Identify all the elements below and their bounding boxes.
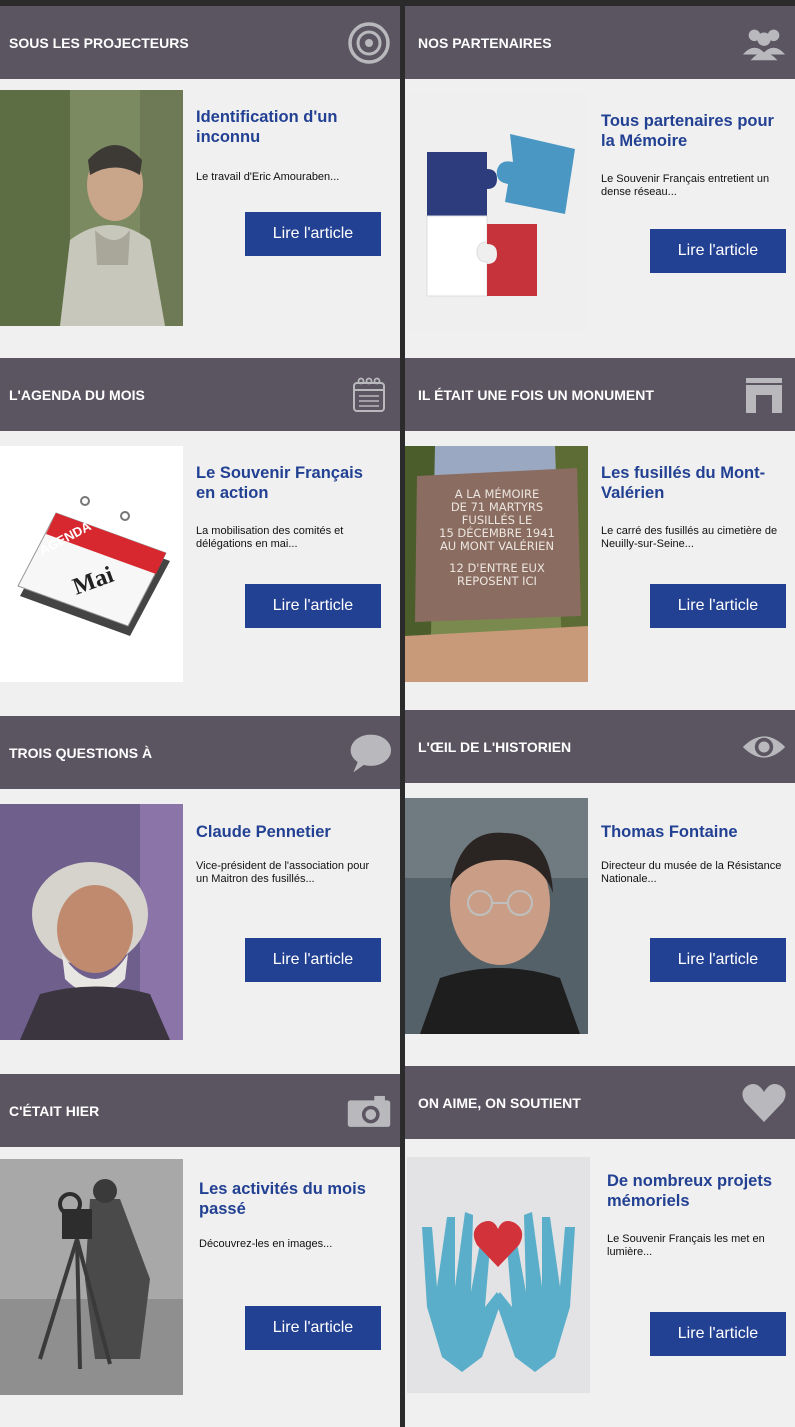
read-article-button[interactable]: Lire l'article — [245, 1306, 381, 1350]
section-header: TROIS QUESTIONS À — [0, 716, 400, 789]
section-header: SOUS LES PROJECTEURS — [0, 6, 400, 79]
section-header: L'ŒIL DE L'HISTORIEN — [405, 710, 795, 783]
article-title[interactable]: Les fusillés du Mont-Valérien — [601, 463, 781, 503]
section-header-title: NOS PARTENAIRES — [418, 34, 552, 51]
read-article-button[interactable]: Lire l'article — [650, 584, 786, 628]
article-title[interactable]: Tous partenaires pour la Mémoire — [601, 111, 781, 151]
memorial-inscription-line: A LA MÉMOIRE — [455, 486, 540, 501]
section-header: L'AGENDA DU MOIS — [0, 358, 400, 431]
calendar-icon — [346, 372, 392, 418]
article-description: Le Souvenir Français entretient un dense… — [601, 173, 770, 198]
read-article-button[interactable]: Lire l'article — [650, 938, 786, 982]
speech-bubble-icon — [346, 730, 392, 776]
section-agenda-du-mois: L'AGENDA DU MOIS AGENDA Mai Le Souvenir … — [0, 358, 400, 710]
section-header-title: C'ÉTAIT HIER — [9, 1102, 100, 1119]
read-article-button[interactable]: Lire l'article — [650, 229, 786, 273]
section-header-title: SOUS LES PROJECTEURS — [9, 34, 189, 51]
article-title[interactable]: Thomas Fontaine — [601, 822, 781, 842]
section-header-title: IL ÉTAIT UNE FOIS UN MONUMENT — [418, 386, 654, 403]
article-description: Directeur du musée de la Résistance Nati… — [601, 860, 782, 885]
article-image-camera-operator[interactable] — [0, 1159, 183, 1395]
article-description: Le carré des fusillés au cimetière de Ne… — [601, 525, 778, 550]
monument-icon — [741, 372, 787, 418]
section-trois-questions: TROIS QUESTIONS À Claude Pennetier Vice-… — [0, 710, 400, 1066]
memorial-inscription-line: FUSILLÉS LE — [462, 512, 532, 527]
section-header-title: L'ŒIL DE L'HISTORIEN — [418, 738, 572, 755]
article-description: La mobilisation des comités et délégatio… — [196, 525, 344, 550]
section-header: ON AIME, ON SOUTIENT — [405, 1066, 795, 1139]
memorial-inscription-line: 15 DÉCEMBRE 1941 — [439, 525, 555, 540]
article-image-portrait-historian[interactable] — [405, 798, 588, 1034]
section-header-title: L'AGENDA DU MOIS — [9, 386, 145, 403]
read-article-button[interactable]: Lire l'article — [245, 938, 381, 982]
article-title[interactable]: Le Souvenir Français en action — [196, 463, 376, 503]
article-image-puzzle[interactable] — [405, 94, 588, 330]
article-description: Le travail d'Eric Amouraben... — [196, 171, 340, 183]
section-header-title: ON AIME, ON SOUTIENT — [418, 1094, 581, 1111]
read-article-button[interactable]: Lire l'article — [245, 212, 381, 256]
memorial-inscription-line: 12 D'ENTRE EUX — [449, 561, 545, 575]
group-icon — [741, 20, 787, 66]
article-image-memorial-stone[interactable]: A LA MÉMOIRE DE 71 MARTYRS FUSILLÉS LE 1… — [405, 446, 588, 682]
section-header: NOS PARTENAIRES — [405, 6, 795, 79]
article-description: Découvrez-les en images... — [199, 1238, 333, 1250]
target-icon — [346, 20, 392, 66]
heart-icon — [741, 1080, 787, 1126]
article-title[interactable]: Claude Pennetier — [196, 822, 376, 842]
section-oeil-historien: L'ŒIL DE L'HISTORIEN Thomas Fontaine Dir… — [405, 710, 795, 1066]
article-description: Vice-président de l'association pour un … — [196, 860, 370, 885]
camera-icon — [346, 1088, 392, 1134]
memorial-inscription-line: REPOSENT ICI — [457, 574, 537, 588]
section-header-title: TROIS QUESTIONS À — [9, 744, 153, 761]
memorial-inscription-line: DE 71 MARTYRS — [451, 500, 543, 514]
section-nos-partenaires: NOS PARTENAIRES Tous partenaires pour la… — [405, 6, 795, 358]
section-on-aime: ON AIME, ON SOUTIENT De nombreux projets… — [405, 1066, 795, 1427]
section-monument: IL ÉTAIT UNE FOIS UN MONUMENT A LA MÉMOI… — [405, 358, 795, 710]
article-description: Le Souvenir Français les met en lumière.… — [607, 1233, 765, 1258]
article-title[interactable]: De nombreux projets mémoriels — [607, 1171, 787, 1211]
article-image-hands-heart[interactable] — [407, 1157, 590, 1393]
article-image-portrait-man[interactable] — [0, 90, 183, 326]
eye-icon — [741, 724, 787, 770]
section-header: IL ÉTAIT UNE FOIS UN MONUMENT — [405, 358, 795, 431]
section-cetait-hier: C'ÉTAIT HIER Les activités du mois passé… — [0, 1066, 400, 1427]
article-image-portrait-bearded-man[interactable] — [0, 804, 183, 1040]
article-title[interactable]: Identification d'un inconnu — [196, 107, 376, 147]
memorial-inscription-line: AU MONT VALÉRIEN — [440, 538, 554, 553]
article-title[interactable]: Les activités du mois passé — [199, 1179, 379, 1219]
section-header: C'ÉTAIT HIER — [0, 1074, 400, 1147]
right-column: NOS PARTENAIRES Tous partenaires pour la… — [405, 6, 795, 1427]
read-article-button[interactable]: Lire l'article — [650, 1312, 786, 1356]
article-image-agenda[interactable]: AGENDA Mai — [0, 446, 183, 682]
left-column: SOUS LES PROJECTEURS Identification d'un… — [0, 6, 400, 1427]
read-article-button[interactable]: Lire l'article — [245, 584, 381, 628]
section-sous-les-projecteurs: SOUS LES PROJECTEURS Identification d'un… — [0, 6, 400, 358]
